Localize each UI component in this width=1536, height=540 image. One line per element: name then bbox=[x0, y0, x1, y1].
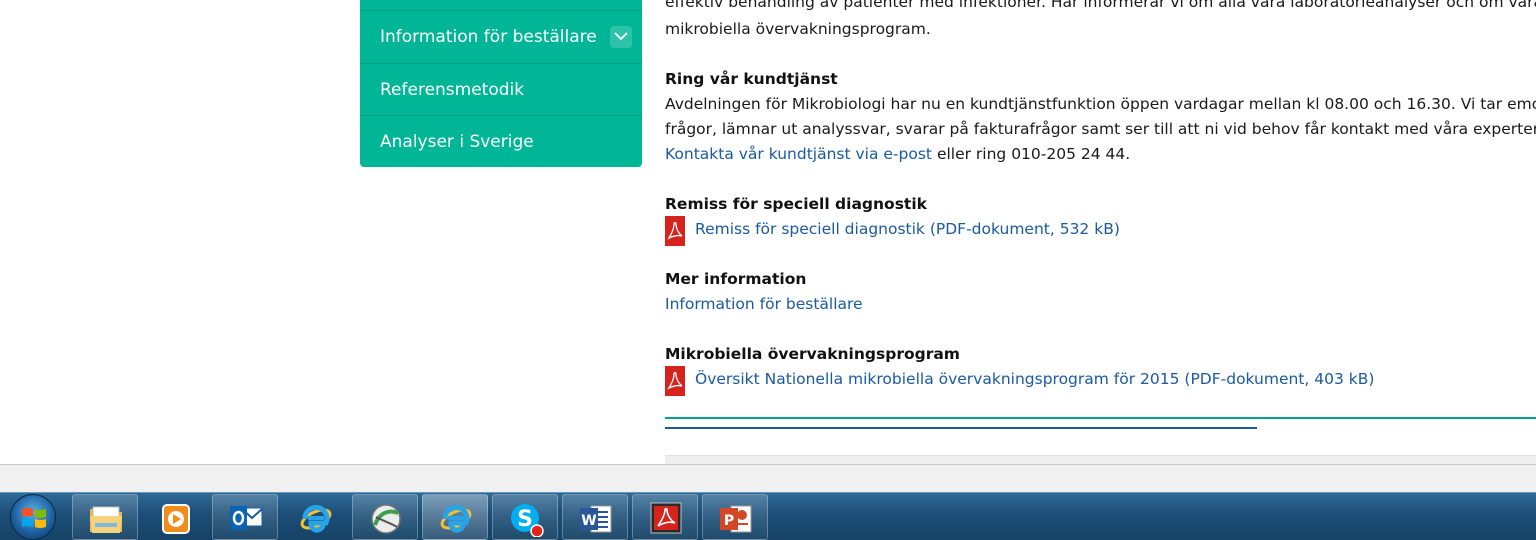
sidebar-item-label: Information för beställare bbox=[380, 27, 597, 47]
sidebar-item-label: Analyser i Sverige bbox=[380, 132, 534, 152]
contact-email-link[interactable]: Kontakta vår kundtjänst via e-post bbox=[665, 145, 932, 163]
acrobat-icon bbox=[650, 502, 682, 534]
remiss-pdf-link[interactable]: Remiss för speciell diagnostik (PDF-doku… bbox=[695, 220, 1120, 238]
word-icon: W bbox=[580, 505, 612, 533]
taskbar-powerpoint-button[interactable]: P bbox=[702, 494, 768, 540]
skype-icon: S bbox=[511, 504, 544, 537]
powerpoint-icon: P bbox=[720, 505, 752, 533]
ie-icon bbox=[440, 504, 472, 533]
outlook-icon bbox=[230, 506, 263, 530]
taskbar: S W P bbox=[0, 492, 1536, 540]
svg-text:W: W bbox=[581, 513, 596, 529]
folder-icon bbox=[90, 506, 122, 533]
start-button[interactable] bbox=[10, 494, 56, 540]
taskbar-media-player-button[interactable] bbox=[142, 494, 208, 540]
phone-text: eller ring 010-205 24 44. bbox=[932, 145, 1131, 163]
windows-logo-icon bbox=[22, 508, 46, 528]
taskbar-network-app-button[interactable] bbox=[352, 494, 418, 540]
svg-text:S: S bbox=[517, 507, 533, 532]
footer-box bbox=[665, 455, 1536, 464]
overvakning-heading: Mikrobiella övervakningsprogram bbox=[665, 345, 960, 363]
sidebar-item-label: Referensmetodik bbox=[380, 80, 525, 100]
taskbar-skype-button[interactable]: S bbox=[492, 494, 558, 540]
sidebar-item-referensmetodik[interactable]: Referensmetodik bbox=[360, 63, 642, 115]
kundtjanst-text-line-2: frågor, lämnar ut analyssvar, svarar på … bbox=[665, 120, 1536, 138]
pdf-icon bbox=[665, 216, 685, 246]
chevron-down-icon bbox=[614, 32, 628, 41]
divider-teal bbox=[665, 417, 1536, 419]
divider-blue bbox=[665, 427, 1257, 429]
ie-icon bbox=[300, 504, 332, 533]
page-viewport: Information för beställare Referensmetod… bbox=[0, 0, 1536, 464]
taskbar-explorer-button[interactable] bbox=[72, 494, 138, 540]
kundtjanst-contact-line: Kontakta vår kundtjänst via e-post eller… bbox=[665, 145, 1130, 163]
taskbar-acrobat-button[interactable] bbox=[632, 494, 698, 540]
pdf-icon bbox=[665, 366, 685, 396]
remiss-heading: Remiss för speciell diagnostik bbox=[665, 195, 927, 213]
kundtjanst-text-line-1: Avdelningen för Mikrobiologi har nu en k… bbox=[665, 95, 1536, 113]
kundtjanst-heading: Ring vår kundtjänst bbox=[665, 70, 838, 88]
expand-toggle-button[interactable] bbox=[610, 26, 632, 48]
taskbar-word-button[interactable]: W bbox=[562, 494, 628, 540]
taskbar-internet-explorer-active-button[interactable] bbox=[422, 494, 488, 540]
information-for-bestallare-link[interactable]: Information för beställare bbox=[665, 295, 863, 313]
mer-information-heading: Mer information bbox=[665, 270, 807, 288]
intro-text-line-2: mikrobiella övervakningsprogram. bbox=[665, 20, 931, 38]
taskbar-internet-explorer-button[interactable] bbox=[282, 494, 348, 540]
overvakning-pdf-link[interactable]: Översikt Nationella mikrobiella övervakn… bbox=[695, 370, 1374, 388]
browser-status-bar bbox=[0, 464, 1536, 492]
svg-text:P: P bbox=[724, 513, 734, 529]
sidebar-nav: Information för beställare Referensmetod… bbox=[360, 0, 642, 167]
sidebar-item-information-for-bestallare[interactable]: Information för beställare bbox=[360, 11, 642, 63]
intro-text-line-1: effektiv behandling av patienter med inf… bbox=[665, 0, 1536, 11]
sidebar-item-analyser-i-sverige[interactable]: Analyser i Sverige bbox=[360, 115, 642, 167]
globe-icon bbox=[371, 504, 401, 534]
media-play-icon bbox=[162, 504, 190, 534]
taskbar-outlook-button[interactable] bbox=[212, 494, 278, 540]
